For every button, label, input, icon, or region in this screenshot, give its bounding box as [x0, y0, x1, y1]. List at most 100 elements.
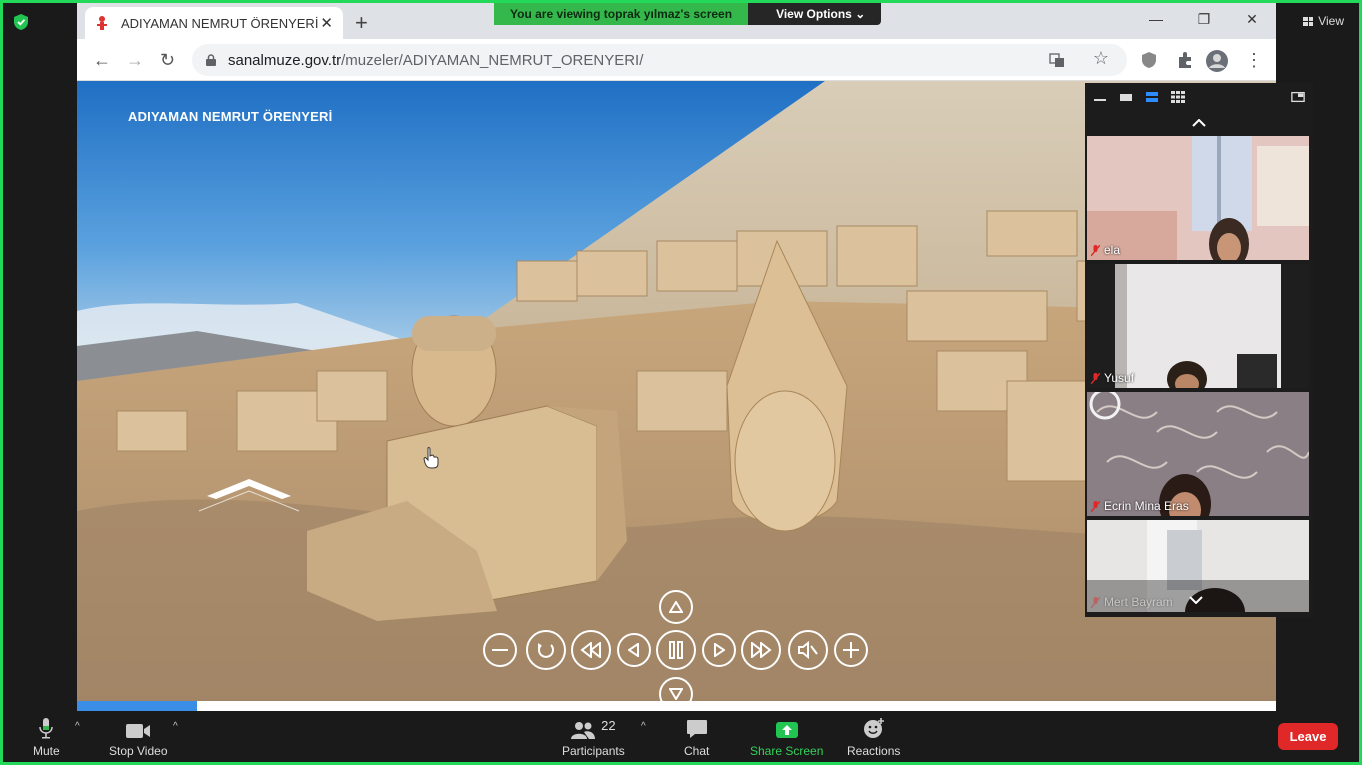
leave-meeting-button[interactable]: Leave — [1278, 723, 1338, 750]
video-feed — [1087, 264, 1309, 388]
participants-button[interactable]: 22 Participants — [562, 717, 625, 758]
forward-arrow-icon[interactable]: → — [126, 50, 144, 71]
step-back-button[interactable] — [617, 633, 651, 667]
gallery-toolbar — [1085, 83, 1313, 111]
chat-button[interactable]: Chat — [684, 717, 709, 758]
participants-options-caret-icon[interactable]: ^ — [641, 721, 646, 732]
participant-name: ela — [1104, 243, 1121, 257]
lock-icon — [206, 54, 216, 66]
reload-icon[interactable]: ↻ — [160, 50, 175, 71]
share-screen-button[interactable]: Share Screen — [750, 717, 823, 758]
site-title: ADIYAMAN NEMRUT ÖRENYERİ — [128, 109, 333, 124]
participant-tile-ecrin[interactable]: Ecrin Mina Eras — [1087, 392, 1309, 516]
fast-forward-icon — [751, 642, 772, 658]
video-options-caret-icon[interactable]: ^ — [173, 721, 178, 732]
mute-sound-button[interactable] — [788, 630, 828, 670]
gallery-grid-icon[interactable] — [1171, 91, 1185, 103]
mic-muted-icon — [1091, 244, 1100, 256]
reactions-button[interactable]: Reactions — [847, 717, 900, 758]
plus-icon — [843, 642, 859, 658]
progress-fill — [77, 701, 197, 711]
microphone-icon — [39, 718, 54, 739]
url-path: /muzeler/ADIYAMAN_NEMRUT_ORENYERI/ — [341, 51, 644, 69]
stop-video-button[interactable]: Stop Video — [109, 717, 168, 758]
browser-menu-icon[interactable]: ⋮ — [1245, 50, 1263, 71]
meeting-controls-bar: Mute ^ Stop Video ^ 22 Participants ^ Ch… — [3, 711, 1359, 762]
scroll-up-button[interactable] — [1085, 111, 1313, 135]
pop-out-icon[interactable] — [1291, 91, 1305, 103]
view-button[interactable]: View — [1303, 14, 1344, 28]
rewind-button[interactable] — [571, 630, 611, 670]
chevron-down-icon — [1189, 596, 1203, 605]
minimize-icon[interactable]: — — [1132, 3, 1180, 35]
grid-icon — [1303, 16, 1314, 26]
extension-shield-icon[interactable] — [1141, 51, 1157, 69]
favicon-icon — [97, 16, 107, 30]
zoom-in-button[interactable] — [834, 633, 868, 667]
step-forward-button[interactable] — [702, 633, 736, 667]
participant-name-label: Mert Bayram — [1091, 595, 1173, 609]
url-host: sanalmuze.gov.tr — [228, 51, 342, 69]
participant-name-label: ela — [1091, 243, 1120, 257]
reset-view-button[interactable] — [526, 630, 566, 670]
security-shield-icon[interactable] — [13, 13, 29, 31]
participant-name-label: Ecrin Mina Eras — [1091, 499, 1189, 513]
pause-icon — [669, 641, 683, 659]
pause-button[interactable] — [656, 630, 696, 670]
bookmark-star-icon[interactable]: ☆ — [1093, 48, 1109, 69]
tour-progress-bar[interactable] — [77, 701, 1276, 711]
audio-options-caret-icon[interactable]: ^ — [75, 721, 80, 732]
video-camera-icon — [126, 724, 151, 738]
active-speaker-icon[interactable] — [1119, 91, 1133, 103]
triangle-up-icon — [669, 601, 683, 613]
participants-count: 22 — [601, 718, 616, 733]
strip-view-icon[interactable] — [1145, 91, 1159, 103]
mic-muted-icon — [1091, 500, 1100, 512]
hand-cursor-icon — [423, 447, 439, 469]
fast-forward-button[interactable] — [741, 630, 781, 670]
participants-icon — [571, 722, 596, 739]
translate-icon[interactable] — [1049, 52, 1065, 68]
move-up-button[interactable] — [659, 590, 693, 624]
zoom-out-button[interactable] — [483, 633, 517, 667]
mute-button[interactable]: Mute — [33, 717, 60, 758]
browser-tab[interactable]: ADIYAMAN NEMRUT ÖRENYERİ ✕ — [85, 7, 343, 39]
close-window-icon[interactable]: ✕ — [1228, 3, 1276, 35]
address-bar: ← → ↻ sanalmuze.gov.tr/muzeler/ADIYAMAN_… — [77, 39, 1276, 81]
participants-label: Participants — [562, 744, 625, 758]
emoji-reaction-icon — [863, 718, 884, 738]
window-controls: — ❐ ✕ — [1132, 3, 1276, 35]
mute-label: Mute — [33, 744, 60, 758]
participant-tile-yusuf[interactable]: Yusuf — [1087, 264, 1309, 388]
back-arrow-icon[interactable]: ← — [93, 50, 111, 71]
scroll-down-button[interactable] — [1189, 591, 1203, 609]
extensions-puzzle-icon[interactable] — [1176, 51, 1194, 69]
chat-label: Chat — [684, 744, 710, 758]
maximize-icon[interactable]: ❐ — [1180, 3, 1228, 35]
rewind-icon — [580, 642, 601, 658]
close-tab-icon[interactable]: ✕ — [320, 14, 333, 32]
chevron-up-icon — [1192, 119, 1206, 127]
view-label: View — [1318, 14, 1344, 28]
video-feed — [1087, 392, 1309, 516]
speaker-muted-icon — [798, 641, 818, 659]
view-options-button[interactable]: View Options ⌄ — [748, 3, 882, 25]
minus-icon — [492, 649, 508, 651]
profile-avatar-icon[interactable] — [1205, 49, 1229, 73]
stop-video-label: Stop Video — [109, 744, 168, 758]
share-banner: You are viewing toprak yılmaz's screen V… — [494, 3, 882, 25]
video-feed — [1087, 136, 1309, 260]
chevron-down-icon: ⌄ — [855, 7, 866, 21]
new-tab-button[interactable]: + — [355, 10, 368, 36]
participant-name: Yusuf — [1104, 371, 1135, 385]
url-input[interactable]: sanalmuze.gov.tr/muzeler/ADIYAMAN_NEMRUT… — [192, 44, 1127, 76]
view-options-label: View Options — [776, 7, 852, 21]
share-screen-label: Share Screen — [750, 744, 824, 758]
share-banner-message: You are viewing toprak yılmaz's screen — [494, 3, 749, 25]
mic-muted-icon — [1091, 596, 1100, 608]
participant-gallery: ela Yusuf Ecrin Mina Eras Mert Bayram — [1085, 83, 1313, 617]
minimize-video-icon[interactable] — [1093, 91, 1107, 103]
mic-muted-icon — [1091, 372, 1100, 384]
tab-title: ADIYAMAN NEMRUT ÖRENYERİ — [121, 15, 319, 31]
participant-tile-ela[interactable]: ela — [1087, 136, 1309, 260]
